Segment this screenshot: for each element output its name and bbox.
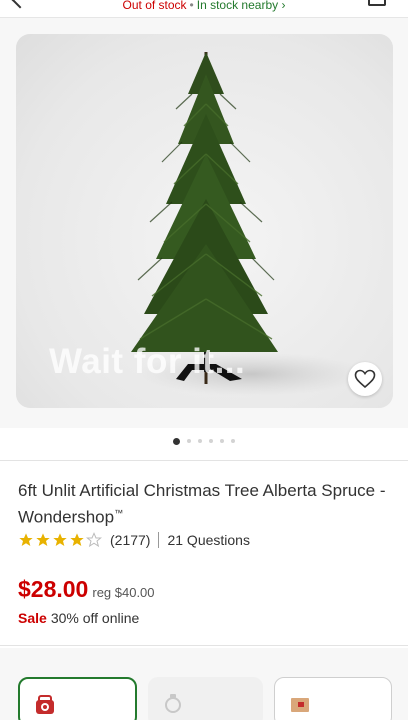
same-day-icon [165, 694, 181, 713]
product-title-text: 6ft Unlit Artificial Christmas Tree Albe… [18, 481, 386, 527]
section-divider [0, 645, 408, 646]
star-icon [53, 533, 67, 546]
product-title: 6ft Unlit Artificial Christmas Tree Albe… [18, 480, 388, 529]
fulfillment-option-pickup[interactable] [18, 677, 137, 720]
star-icon [70, 533, 84, 546]
star-rating [18, 532, 102, 548]
carousel-dot-4[interactable] [209, 439, 213, 443]
current-price: $28.00 [18, 576, 89, 602]
fulfillment-option-shipping[interactable] [274, 677, 392, 720]
sale-row: Sale 30% off online [18, 610, 139, 626]
star-icon [36, 533, 50, 546]
regular-price: reg $40.00 [92, 585, 155, 600]
carousel-dot-5[interactable] [220, 439, 224, 443]
carousel-dot-3[interactable] [198, 439, 202, 443]
stock-separator: • [189, 0, 194, 12]
star-icon [19, 533, 33, 546]
rating-row[interactable]: (2177) 21 Questions [18, 530, 250, 550]
section-divider [0, 460, 408, 461]
sale-label: Sale [18, 610, 47, 626]
out-of-stock-label: Out of stock [122, 0, 187, 12]
fulfillment-option-same-day[interactable] [148, 677, 263, 720]
store-pickup-icon [36, 695, 54, 714]
bag-icon[interactable] [368, 0, 386, 6]
carousel-dot-1[interactable] [173, 437, 180, 445]
carousel-pagination[interactable] [0, 435, 408, 447]
rating-count[interactable]: (2177) [110, 532, 150, 548]
questions-link[interactable]: 21 Questions [167, 532, 250, 548]
sale-discount-text: 30% off online [50, 610, 140, 626]
heart-icon [354, 369, 376, 389]
rating-separator [158, 532, 160, 548]
product-image-carousel[interactable]: Wait for it... [16, 34, 393, 408]
carousel-dot-6[interactable] [231, 439, 235, 443]
trademark-mark: ™ [114, 508, 124, 518]
image-overlay-caption: Wait for it... [49, 342, 246, 381]
in-stock-nearby-link[interactable]: In stock nearby › [197, 0, 286, 12]
shipping-icon [291, 698, 309, 712]
status-strip: Out of stock • In stock nearby › [0, 0, 408, 18]
price-row: $28.00 reg $40.00 [18, 576, 155, 603]
favorite-button[interactable] [348, 362, 382, 396]
star-empty-icon [86, 532, 102, 548]
stock-status-line[interactable]: Out of stock • In stock nearby › [0, 0, 408, 12]
carousel-dot-2[interactable] [187, 439, 191, 443]
